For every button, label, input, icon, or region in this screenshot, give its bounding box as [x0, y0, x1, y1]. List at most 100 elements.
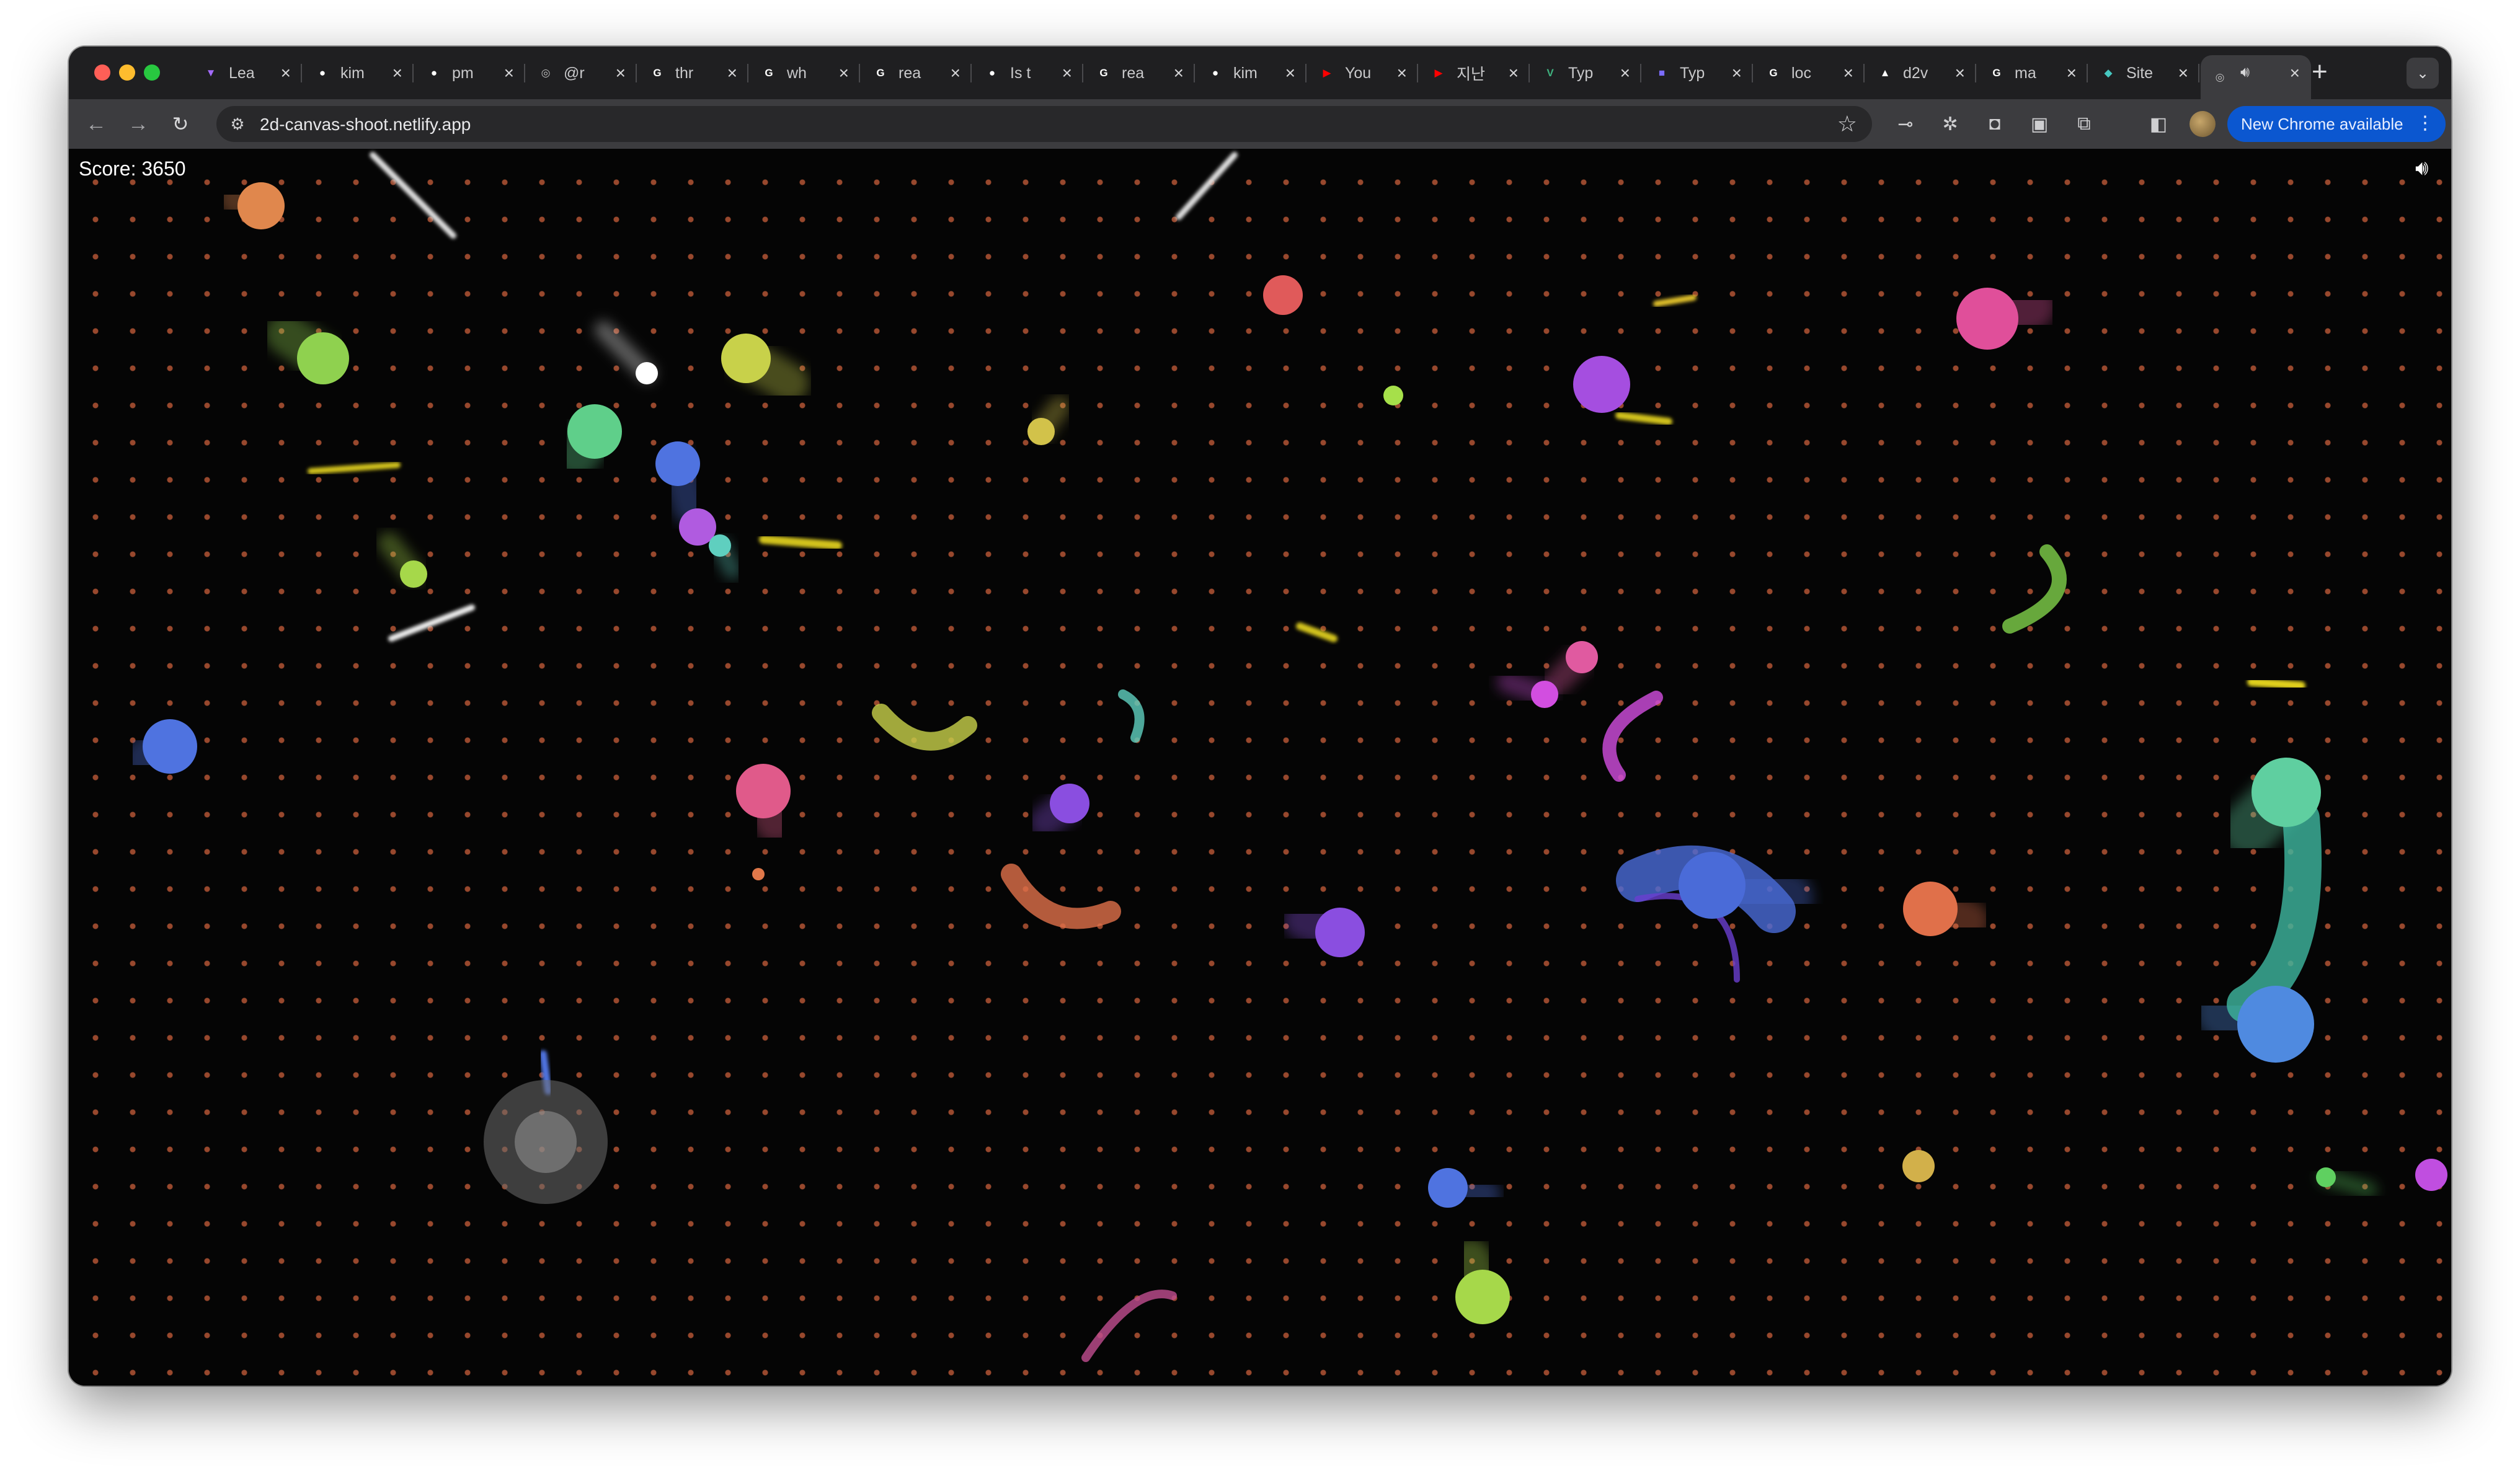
browser-tab[interactable]: Gthr ×	[638, 55, 748, 91]
google-icon: G	[1099, 67, 1108, 79]
game-scene	[123, 152, 2447, 1362]
browser-tab[interactable]: Gwh ×	[750, 55, 860, 91]
close-tab-icon[interactable]: ×	[839, 63, 849, 84]
close-tab-icon[interactable]: ×	[1843, 63, 1853, 84]
close-tab-icon[interactable]: ×	[1732, 63, 1742, 84]
game-ball	[2415, 1159, 2447, 1191]
tab-title: kim	[1233, 64, 1258, 82]
browser-tab[interactable]: ▶ You ×	[1308, 55, 1418, 91]
close-tab-icon[interactable]: ×	[1062, 63, 1072, 84]
browser-tab[interactable]: Gma ×	[1977, 55, 2088, 91]
browser-tab[interactable]: Gloc ×	[1754, 55, 1865, 91]
forward-button[interactable]: →	[123, 109, 153, 139]
address-bar[interactable]: ⚙ 2d-canvas-shoot.netlify.app ☆	[216, 106, 1872, 142]
tab-title: Lea	[229, 64, 255, 82]
game-ball	[1383, 386, 1403, 405]
projectile-streak	[759, 535, 842, 550]
new-tab-button[interactable]: +	[2312, 56, 2328, 87]
browser-tab[interactable]: ◆ Site ×	[2089, 55, 2199, 91]
more-menu-icon[interactable]: ⋮	[2416, 112, 2434, 134]
bookmark-star-icon[interactable]: ☆	[1837, 111, 1857, 137]
tab-title: kim	[340, 64, 365, 82]
game-ball	[752, 868, 765, 880]
side-panel-icon[interactable]: ◧	[2145, 110, 2172, 138]
tab-title: d2v	[1903, 64, 1928, 82]
diamond-icon: ◆	[2104, 67, 2113, 79]
game-ball	[2237, 986, 2314, 1063]
game-ball	[1428, 1168, 1468, 1208]
joystick-knob[interactable]	[515, 1111, 577, 1173]
close-tab-icon[interactable]: ×	[2290, 63, 2300, 84]
virtual-joystick[interactable]	[484, 1080, 608, 1204]
globe-icon: ◎	[541, 67, 551, 79]
close-tab-icon[interactable]: ×	[1397, 63, 1407, 84]
toolbar: ← → ↻ ⚙ 2d-canvas-shoot.netlify.app ☆ ⊸ …	[69, 99, 2451, 149]
globe-icon: ◎	[2215, 71, 2225, 83]
game-canvas[interactable]: Score: 3650 🔊︎	[69, 149, 2451, 1386]
browser-tab[interactable]: ■ Typ ×	[1643, 55, 1753, 91]
tab-title: thr	[675, 64, 694, 82]
browser-tab[interactable]: Grea ×	[861, 55, 972, 91]
url-text[interactable]: 2d-canvas-shoot.netlify.app	[260, 115, 471, 135]
chrome-update-button[interactable]: New Chrome available ⋮	[2227, 106, 2446, 142]
tab-title: @r	[564, 64, 585, 82]
close-tab-icon[interactable]: ×	[616, 63, 626, 84]
game-ball	[1455, 1270, 1510, 1324]
browser-tab[interactable]: ● kim ×	[303, 55, 414, 91]
minimize-window-button[interactable]	[119, 64, 135, 81]
v-icon: V	[1546, 67, 1554, 79]
extension-box-icon[interactable]: ▣	[2026, 110, 2053, 138]
extension-key-icon[interactable]: ⊸	[1892, 110, 1919, 138]
close-tab-icon[interactable]: ×	[281, 63, 291, 84]
tab-title: Typ	[1680, 64, 1705, 82]
maximize-window-button[interactable]	[144, 64, 160, 81]
browser-tab[interactable]: ● Is t ×	[973, 55, 1083, 91]
browser-tab[interactable]: ● pm ×	[415, 55, 525, 91]
close-tab-icon[interactable]: ×	[1285, 63, 1295, 84]
screenshot-icon[interactable]: ◘	[1981, 110, 2008, 138]
browser-tab[interactable]: ◎ @r ×	[526, 55, 637, 91]
tab-search-button[interactable]: ⌄	[2407, 58, 2439, 89]
google-icon: G	[653, 67, 662, 79]
close-window-button[interactable]	[94, 64, 110, 81]
youtube-icon: ▶	[1323, 67, 1331, 79]
tab-title: rea	[898, 64, 921, 82]
speaker-icon[interactable]: 🔊︎	[2415, 156, 2442, 181]
browser-tab[interactable]: ▲ d2v ×	[1866, 55, 1976, 91]
browser-tab[interactable]: ▶ 지난 ×	[1419, 55, 1530, 91]
game-ball	[567, 404, 622, 459]
extension-bug-icon[interactable]: ✲	[1937, 110, 1964, 138]
browser-tab[interactable]: ▼ Lea ×	[192, 55, 302, 91]
close-tab-icon[interactable]: ×	[2178, 63, 2188, 84]
browser-tab[interactable]: ● kim ×	[1196, 55, 1307, 91]
browser-tab[interactable]: Grea ×	[1085, 55, 1195, 91]
close-tab-icon[interactable]: ×	[2067, 63, 2077, 84]
back-button[interactable]: ←	[81, 109, 111, 139]
game-ball	[1027, 418, 1055, 445]
reload-button[interactable]: ↻	[166, 109, 195, 139]
github-icon: ●	[988, 67, 996, 79]
vite-icon: ▼	[205, 67, 216, 79]
close-tab-icon[interactable]: ×	[1620, 63, 1630, 84]
score-text: Score: 3650	[79, 157, 186, 180]
curved-worm	[1602, 691, 1663, 782]
curved-worm	[1081, 1290, 1177, 1362]
tab-title: Typ	[1568, 64, 1594, 82]
tab-title: wh	[787, 64, 807, 82]
browser-window: ▼ Lea × ● kim × ● pm × ◎ @r × Gthr × Gwh × Grea × ● Is t × Gr…	[69, 46, 2451, 1386]
close-tab-icon[interactable]: ×	[727, 63, 737, 84]
close-tab-icon[interactable]: ×	[1174, 63, 1184, 84]
tab-audio-icon[interactable]: 🔊︎	[2240, 64, 2250, 81]
close-tab-icon[interactable]: ×	[951, 63, 961, 84]
bookmark-icon: ■	[1658, 67, 1666, 79]
game-ball	[1566, 641, 1598, 673]
browser-tab[interactable]: V Typ ×	[1531, 55, 1641, 91]
close-tab-icon[interactable]: ×	[504, 63, 514, 84]
close-tab-icon[interactable]: ×	[393, 63, 402, 84]
extensions-puzzle-icon[interactable]: ⧉	[2070, 110, 2098, 138]
close-tab-icon[interactable]: ×	[1955, 63, 1965, 84]
profile-avatar[interactable]	[2189, 111, 2216, 137]
close-tab-icon[interactable]: ×	[1509, 63, 1519, 84]
browser-tab[interactable]: ◎ 🔊︎ ×	[2201, 55, 2311, 99]
site-info-icon[interactable]: ⚙	[225, 112, 250, 136]
